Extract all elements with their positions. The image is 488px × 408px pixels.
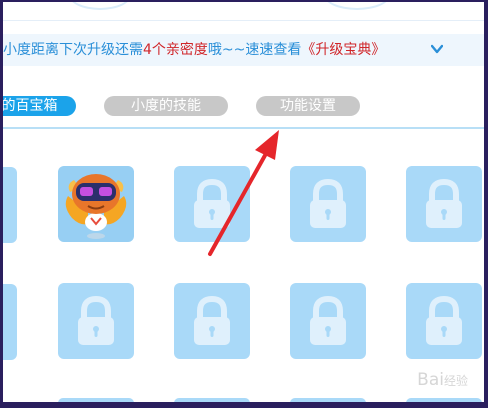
arrow-annotation bbox=[208, 130, 279, 256]
watermark-text: Bai bbox=[417, 370, 444, 390]
app-panel: 小度距离下次升级还需4个亲密度哦~~速速查看《升级宝典》 的百宝箱 小度的技能 … bbox=[3, 2, 484, 402]
watermark: Bai经验 bbox=[417, 370, 468, 390]
watermark-suffix: 经验 bbox=[443, 374, 468, 388]
